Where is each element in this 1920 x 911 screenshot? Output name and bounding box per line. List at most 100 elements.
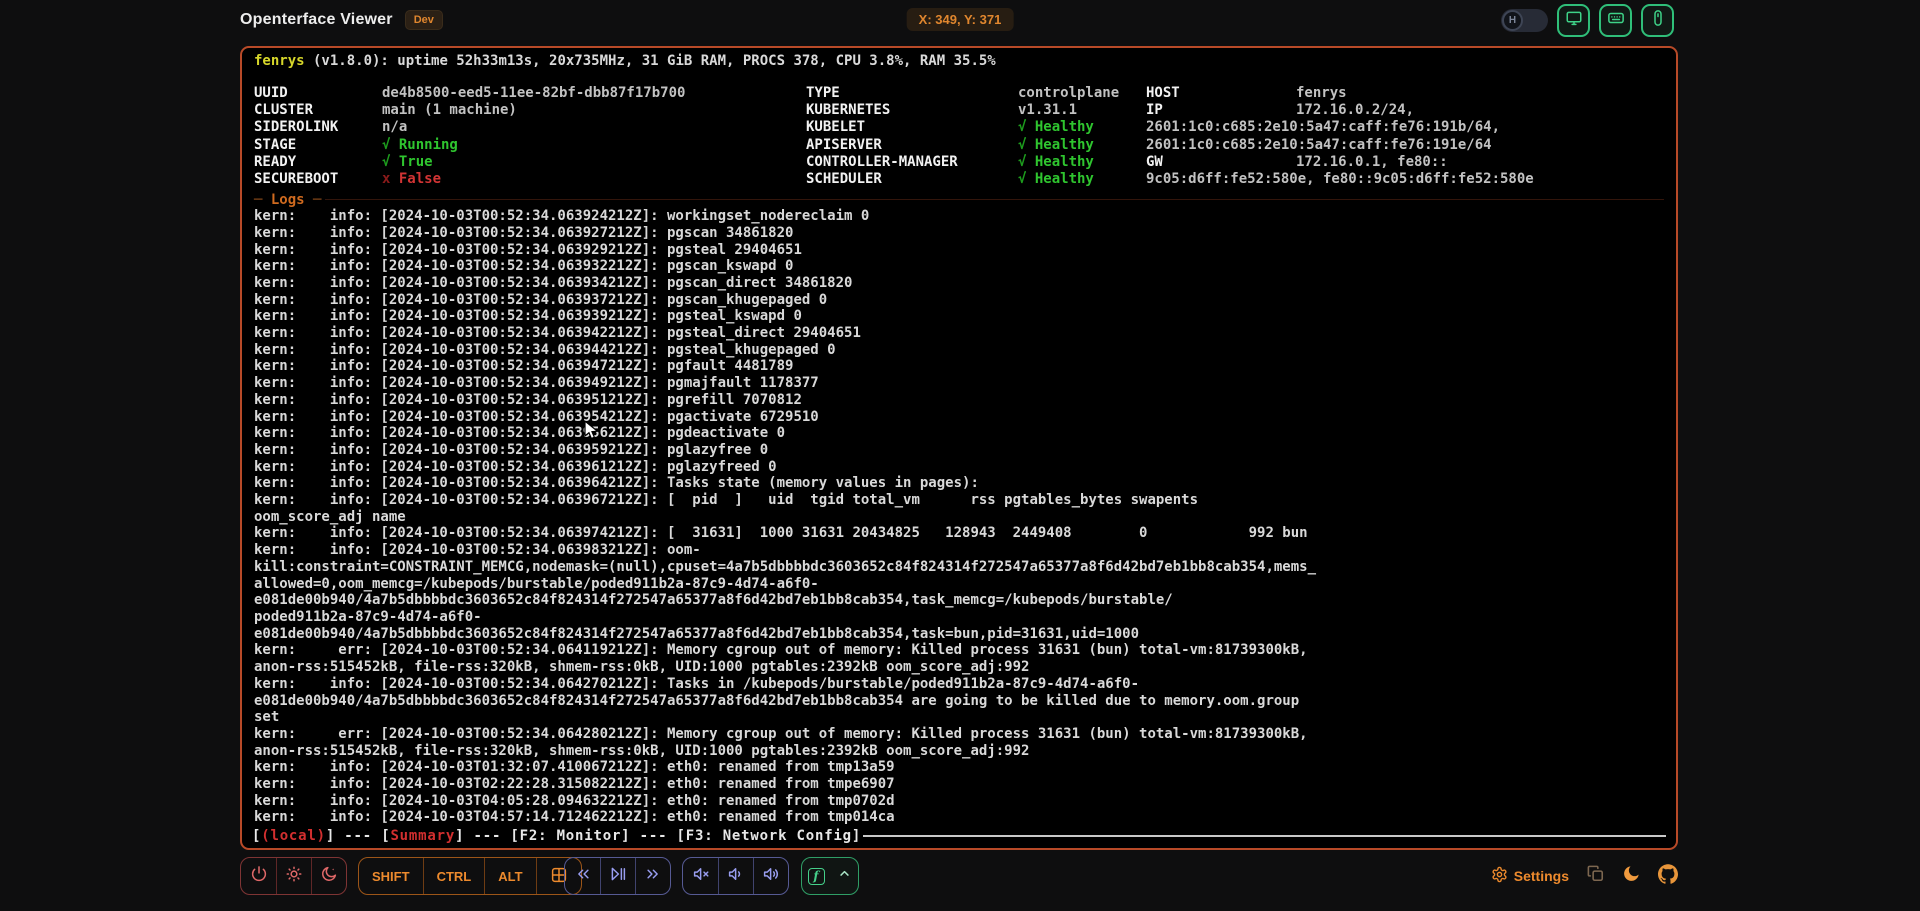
log-line: kern: info: [2024-10-03T00:52:34.0639422… (254, 325, 1664, 342)
fn-keys-button[interactable]: f (802, 858, 830, 894)
media-transport-group (564, 857, 671, 895)
log-line: kern: info: [2024-10-03T02:22:28.3150822… (254, 776, 1664, 793)
fn-keys-expand-button[interactable] (830, 858, 858, 894)
log-line: e081de00b940/4a7b5dbbbbdc3603652c84f8243… (254, 592, 1664, 609)
hid-toggle[interactable]: H (1501, 9, 1548, 32)
log-line: kern: info: [2024-10-03T00:52:34.0639542… (254, 409, 1664, 426)
volume-low-icon (727, 865, 745, 888)
play-pause-button[interactable] (600, 858, 635, 894)
mouse-icon (1649, 9, 1667, 32)
log-line: kern: info: [2024-10-03T00:52:34.0639672… (254, 492, 1664, 509)
keyboard-button[interactable] (1599, 4, 1632, 37)
volume-high-icon (762, 865, 780, 888)
log-line: kern: info: [2024-10-03T01:32:07.4100672… (254, 759, 1664, 776)
bottom-toolbar: SHIFT CTRL ALT f (240, 857, 1680, 895)
app-title: Openterface Viewer (240, 11, 393, 29)
rewind-button[interactable] (565, 858, 600, 894)
settings-label: Settings (1514, 868, 1569, 884)
keyboard-icon (1607, 9, 1625, 32)
log-line: kern: info: [2024-10-03T00:52:34.0639592… (254, 442, 1664, 459)
power-group (240, 857, 347, 895)
log-line: e081de00b940/4a7b5dbbbbdc3603652c84f8243… (254, 626, 1664, 643)
copy-button[interactable] (1586, 864, 1605, 888)
brightness-icon (285, 865, 303, 888)
info-row: SIDEROLINKn/aKUBELET√ Healthy2601:1c0:c6… (254, 119, 1664, 136)
mouse-coordinates-badge: X: 349, Y: 371 (907, 8, 1014, 31)
hid-toggle-knob: H (1502, 10, 1523, 31)
log-line: kern: info: [2024-10-03T00:52:34.0639512… (254, 392, 1664, 409)
moon-star-icon (320, 865, 338, 888)
terminal-status-bar: [(local)] --- [Summary] --- [F2: Monitor… (252, 828, 1666, 844)
log-line: kern: info: [2024-10-03T00:52:34.0639612… (254, 459, 1664, 476)
log-line: kern: info: [2024-10-03T00:52:34.0639342… (254, 275, 1664, 292)
terminal-screen[interactable]: fenrys (v1.8.0): uptime 52h33m13s, 20x73… (240, 46, 1678, 850)
log-line: kern: info: [2024-10-03T00:52:34.0639392… (254, 308, 1664, 325)
log-line: kern: info: [2024-10-03T04:57:14.7124622… (254, 809, 1664, 826)
volume-mute-icon (692, 865, 710, 888)
volume-mute-button[interactable] (683, 858, 718, 894)
fn-key-icon: f (808, 868, 825, 885)
ctrl-key-button[interactable]: CTRL (423, 858, 485, 894)
settings-button[interactable]: Settings (1491, 866, 1569, 886)
top-bar: Openterface Viewer Dev X: 349, Y: 371 H (0, 0, 1920, 40)
log-line: kill:constraint=CONSTRAINT_MEMCG,nodemas… (254, 559, 1664, 576)
volume-down-button[interactable] (718, 858, 753, 894)
info-row: SECUREBOOTx FalseSCHEDULER√ Healthy9c05:… (254, 171, 1664, 188)
rewind-icon (574, 865, 592, 888)
node-summary-line: fenrys (v1.8.0): uptime 52h33m13s, 20x73… (254, 53, 1664, 70)
log-lines: kern: info: [2024-10-03T00:52:34.0639242… (254, 208, 1664, 826)
info-row: READY√ TrueCONTROLLER-MANAGER√ HealthyGW… (254, 154, 1664, 171)
log-line: kern: info: [2024-10-03T00:52:34.0639242… (254, 208, 1664, 225)
display-icon (1565, 9, 1583, 32)
power-button[interactable] (241, 858, 276, 894)
power-icon (250, 865, 268, 888)
log-line: allowed=0,oom_memcg=/kubepods/burstable/… (254, 576, 1664, 593)
github-icon (1658, 864, 1678, 889)
alt-key-button[interactable]: ALT (484, 858, 535, 894)
fast-forward-icon (644, 865, 662, 888)
log-line: kern: info: [2024-10-03T00:52:34.0639832… (254, 542, 1664, 559)
chevron-up-icon (837, 866, 852, 886)
log-line: kern: info: [2024-10-03T00:52:34.0639642… (254, 475, 1664, 492)
log-line: kern: info: [2024-10-03T00:52:34.0639492… (254, 375, 1664, 392)
status-bar-rule (863, 835, 1666, 837)
mouse-button[interactable] (1641, 4, 1674, 37)
shift-key-button[interactable]: SHIFT (359, 858, 423, 894)
dev-badge: Dev (405, 10, 443, 30)
log-line: anon-rss:515452kB, file-rss:320kB, shmem… (254, 743, 1664, 760)
theme-toggle-button[interactable] (1622, 864, 1641, 888)
log-line: set (254, 709, 1664, 726)
log-line: kern: info: [2024-10-03T00:52:34.0639322… (254, 258, 1664, 275)
info-row: UUIDde4b8500-eed5-11ee-82bf-dbb87f17b700… (254, 85, 1664, 102)
log-line: kern: info: [2024-10-03T00:52:34.0639442… (254, 342, 1664, 359)
play-pause-icon (609, 865, 627, 888)
log-line: kern: info: [2024-10-03T00:52:34.0639272… (254, 225, 1664, 242)
info-table: UUIDde4b8500-eed5-11ee-82bf-dbb87f17b700… (254, 85, 1664, 188)
volume-up-button[interactable] (753, 858, 788, 894)
hostname: fenrys (254, 53, 305, 69)
log-line: kern: info: [2024-10-03T00:52:34.0639372… (254, 292, 1664, 309)
log-line: e081de00b940/4a7b5dbbbbdc3603652c84f8243… (254, 693, 1664, 710)
log-line: poded911b2a-87c9-4d74-a6f0- (254, 609, 1664, 626)
log-line: kern: err: [2024-10-03T00:52:34.06411921… (254, 642, 1664, 659)
fn-keys-group: f (801, 857, 859, 895)
info-row: CLUSTERmain (1 machine)KUBERNETESv1.31.1… (254, 102, 1664, 119)
log-line: kern: info: [2024-10-03T04:05:28.0946322… (254, 793, 1664, 810)
fast-forward-button[interactable] (635, 858, 670, 894)
log-line: kern: info: [2024-10-03T00:52:34.0639472… (254, 358, 1664, 375)
logs-label: Logs (271, 192, 305, 208)
logs-section-header: ─ Logs ─ (254, 191, 1664, 208)
display-button[interactable] (1557, 4, 1590, 37)
sleep-button[interactable] (311, 858, 346, 894)
log-line: kern: err: [2024-10-03T00:52:34.06428021… (254, 726, 1664, 743)
brightness-button[interactable] (276, 858, 311, 894)
github-link[interactable] (1658, 864, 1678, 889)
copy-icon (1586, 864, 1605, 888)
log-line: kern: info: [2024-10-03T00:52:34.0642702… (254, 676, 1664, 693)
log-line: anon-rss:515452kB, file-rss:320kB, shmem… (254, 659, 1664, 676)
settings-gear-icon (1491, 866, 1508, 886)
log-line: kern: info: [2024-10-03T00:52:34.0639562… (254, 425, 1664, 442)
dark-mode-moon-icon (1622, 864, 1641, 888)
modifier-key-group: SHIFT CTRL ALT (358, 857, 582, 895)
log-line: kern: info: [2024-10-03T00:52:34.0639292… (254, 242, 1664, 259)
